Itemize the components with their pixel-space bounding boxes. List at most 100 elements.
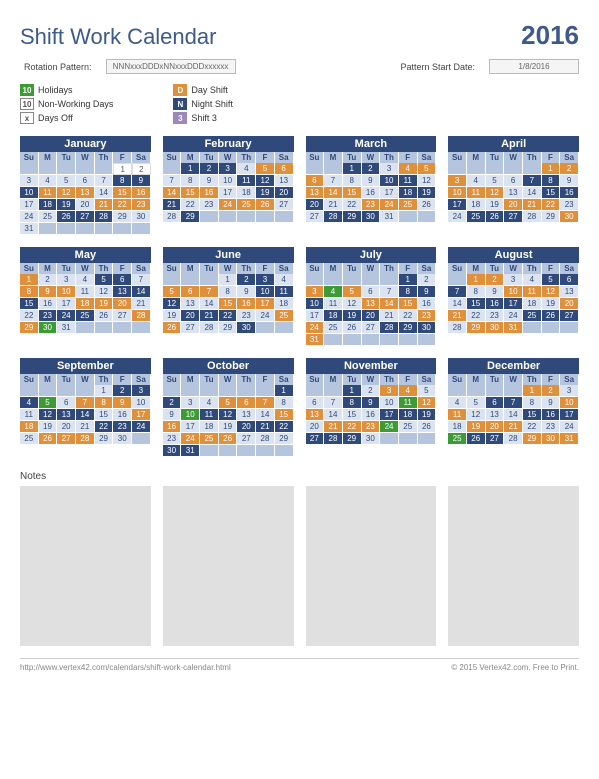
calendar-cell: 17 <box>181 421 200 433</box>
dow-header: F <box>399 374 418 385</box>
month-september: SeptemberSuMTuWThFSa12345678910111213141… <box>20 358 151 457</box>
calendar-cell-empty <box>200 385 219 397</box>
calendar-cell: 15 <box>399 298 418 310</box>
month-november: NovemberSuMTuWThFSa123456789101112131415… <box>306 358 437 457</box>
dow-header: Sa <box>560 263 579 274</box>
calendar-cell: 29 <box>20 322 39 334</box>
calendar-cell: 17 <box>20 199 39 211</box>
calendar-cell-empty <box>20 163 39 175</box>
calendar-cell: 2 <box>200 163 219 175</box>
dow-header: M <box>467 374 486 385</box>
calendar-cell-empty <box>306 163 325 175</box>
calendar-cell-empty <box>504 385 523 397</box>
calendar-cell: 12 <box>57 187 76 199</box>
calendar-cell: 27 <box>306 211 325 223</box>
month-may: MaySuMTuWThFSa12345678910111213141516171… <box>20 247 151 346</box>
calendar-cell: 24 <box>256 310 275 322</box>
calendar-cell: 25 <box>200 433 219 445</box>
calendar-cell: 6 <box>306 175 325 187</box>
calendar-cell: 24 <box>504 310 523 322</box>
dow-header: Tu <box>57 152 76 163</box>
calendar-cell: 20 <box>237 421 256 433</box>
calendar-cell: 3 <box>219 163 238 175</box>
dow-header: Sa <box>275 374 294 385</box>
dow-header: W <box>362 374 381 385</box>
calendar-cell: 23 <box>237 310 256 322</box>
dow-header: Th <box>380 263 399 274</box>
dow-header: Th <box>380 152 399 163</box>
calendar-cell: 2 <box>542 385 561 397</box>
calendar-cell: 8 <box>95 397 114 409</box>
notes-box[interactable] <box>20 486 151 646</box>
calendar-cell: 18 <box>39 199 58 211</box>
calendar-cell: 28 <box>132 310 151 322</box>
dow-header: Sa <box>418 263 437 274</box>
dow-header: Th <box>380 374 399 385</box>
month-name: May <box>20 247 151 263</box>
calendar-cell: 24 <box>57 310 76 322</box>
calendar-cell-empty <box>306 385 325 397</box>
calendar-cell: 24 <box>306 322 325 334</box>
calendar-cell-empty <box>39 385 58 397</box>
calendar-cell-empty <box>362 334 381 346</box>
calendar-cell: 20 <box>560 298 579 310</box>
dow-header: Su <box>448 374 467 385</box>
calendar-cell: 8 <box>219 286 238 298</box>
dow-header: Su <box>306 374 325 385</box>
notes-box[interactable] <box>306 486 437 646</box>
calendar-cell: 2 <box>560 163 579 175</box>
start-date-input[interactable]: 1/8/2016 <box>489 59 579 74</box>
calendar-cell: 23 <box>362 199 381 211</box>
calendar-cell: 4 <box>448 397 467 409</box>
dow-header: Th <box>95 152 114 163</box>
calendar-cell: 8 <box>542 175 561 187</box>
calendar-cell: 5 <box>486 175 505 187</box>
months-grid: JanuarySuMTuWThFSa1234567891011121314151… <box>20 136 579 457</box>
calendar-cell: 10 <box>132 397 151 409</box>
calendar-cell: 9 <box>418 286 437 298</box>
dow-header: Su <box>163 263 182 274</box>
calendar-cell-empty <box>219 211 238 223</box>
calendar-cell: 13 <box>76 187 95 199</box>
calendar-cell: 25 <box>324 322 343 334</box>
calendar-cell: 12 <box>39 409 58 421</box>
calendar-cell: 17 <box>306 310 325 322</box>
calendar-cell: 5 <box>418 385 437 397</box>
dow-header: Tu <box>200 152 219 163</box>
calendar-cell: 14 <box>380 298 399 310</box>
calendar-cell: 13 <box>362 298 381 310</box>
dow-header: M <box>181 263 200 274</box>
calendar-cell: 21 <box>504 421 523 433</box>
month-name: June <box>163 247 294 263</box>
month-name: April <box>448 136 579 152</box>
calendar-cell: 30 <box>560 211 579 223</box>
calendar-cell: 10 <box>20 187 39 199</box>
calendar-cell: 14 <box>76 409 95 421</box>
calendar-cell: 1 <box>181 163 200 175</box>
calendar-cell: 16 <box>113 409 132 421</box>
calendar-cell: 19 <box>95 298 114 310</box>
calendar-cell: 13 <box>504 187 523 199</box>
calendar-cell: 11 <box>200 409 219 421</box>
calendar-cell: 3 <box>57 274 76 286</box>
calendar-cell: 4 <box>39 175 58 187</box>
calendar-cell: 3 <box>448 175 467 187</box>
calendar-cell: 30 <box>362 211 381 223</box>
legend-swatch: N <box>173 98 187 110</box>
calendar-cell: 28 <box>200 322 219 334</box>
title-row: Shift Work Calendar 2016 <box>20 20 579 51</box>
calendar-cell: 1 <box>343 163 362 175</box>
calendar-cell: 23 <box>362 421 381 433</box>
calendar-cell-empty <box>560 322 579 334</box>
calendar-cell: 31 <box>560 433 579 445</box>
calendar-cell-empty <box>181 385 200 397</box>
calendar-cell: 17 <box>57 298 76 310</box>
rotation-input[interactable]: NNNxxxDDDxNNxxxDDDxxxxxx <box>106 59 236 74</box>
calendar-cell-empty <box>418 433 437 445</box>
calendar-cell: 13 <box>560 286 579 298</box>
calendar-cell: 15 <box>219 298 238 310</box>
notes-box[interactable] <box>448 486 579 646</box>
calendar-cell: 29 <box>95 433 114 445</box>
notes-box[interactable] <box>163 486 294 646</box>
calendar-cell: 25 <box>448 433 467 445</box>
